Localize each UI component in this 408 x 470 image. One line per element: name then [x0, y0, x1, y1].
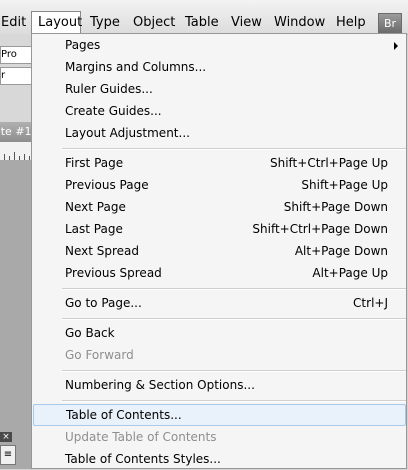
menu-item-ruler-guides[interactable]: Ruler Guides... [32, 78, 406, 100]
menu-item-shortcut: Shift+Ctrl+Page Down [252, 222, 388, 236]
menu-item-previous-spread[interactable]: Previous Spread Alt+Page Up [32, 262, 406, 284]
menu-item-table-of-contents[interactable]: Table of Contents... [33, 404, 406, 426]
menu-item-next-spread[interactable]: Next Spread Alt+Page Down [32, 240, 406, 262]
menu-item-label: Go Forward [65, 348, 134, 362]
menu-item-go-forward: Go Forward [32, 344, 406, 366]
menu-item-label: Next Page [65, 200, 126, 214]
menu-item-label: Next Spread [65, 244, 140, 258]
menu-item-label: Layout Adjustment... [65, 126, 190, 140]
menu-item-label: Table of Contents... [66, 408, 182, 422]
menu-item-label: Update Table of Contents [65, 430, 217, 444]
menu-item-last-page[interactable]: Last Page Shift+Ctrl+Page Down [32, 218, 406, 240]
menu-item-shortcut: Shift+Page Down [283, 200, 388, 214]
menu-item-label: Create Guides... [65, 104, 162, 118]
menu-item-shortcut: Alt+Page Up [312, 266, 388, 280]
menu-separator [62, 400, 406, 402]
menu-item-label: Margins and Columns... [65, 60, 207, 74]
menu-item-numbering-section[interactable]: Numbering & Section Options... [32, 374, 406, 396]
menu-item-shortcut: Ctrl+J [353, 296, 388, 310]
submenu-arrow-icon [394, 42, 398, 50]
menu-item-first-page[interactable]: First Page Shift+Ctrl+Page Up [32, 152, 406, 174]
menu-separator [62, 318, 406, 320]
menu-item-margins-columns[interactable]: Margins and Columns... [32, 56, 406, 78]
menu-item-label: Previous Spread [65, 266, 162, 280]
menu-item-next-page[interactable]: Next Page Shift+Page Down [32, 196, 406, 218]
menu-separator [62, 148, 406, 150]
menu-item-label: Previous Page [65, 178, 149, 192]
menu-object[interactable]: Object [133, 14, 175, 32]
document-tab-label: ate #1 [0, 125, 32, 138]
menu-item-layout-adjustment[interactable]: Layout Adjustment... [32, 122, 406, 144]
menu-item-shortcut: Shift+Ctrl+Page Up [269, 156, 388, 170]
menu-item-label: First Page [65, 156, 124, 170]
menu-item-label: Ruler Guides... [65, 82, 153, 96]
menu-layout[interactable]: Layout [31, 11, 83, 34]
layout-menu: Pages Margins and Columns... Ruler Guide… [31, 33, 407, 469]
menu-item-label: Numbering & Section Options... [65, 378, 255, 392]
ruler [0, 142, 31, 161]
menu-window[interactable]: Window [274, 14, 325, 32]
menu-table[interactable]: Table [185, 14, 219, 32]
menu-separator [62, 370, 406, 372]
menu-item-label: Pages [65, 38, 101, 52]
menu-item-label: Go to Page... [65, 296, 142, 310]
menu-bar: Edit Layout Type Object Table View Windo… [0, 0, 408, 35]
list-icon[interactable]: ≡ [0, 445, 16, 465]
menu-view[interactable]: View [231, 14, 262, 32]
menu-edit[interactable]: Edit [1, 14, 26, 32]
close-icon[interactable]: × [0, 432, 12, 442]
menu-layout-label: Layout [38, 15, 83, 30]
menu-type[interactable]: Type [90, 14, 120, 32]
menu-item-label: Go Back [65, 326, 115, 340]
style-field[interactable]: r [0, 67, 32, 85]
menu-item-update-table-of-contents: Update Table of Contents [32, 426, 406, 448]
pasteboard [0, 160, 31, 469]
menu-item-label: Last Page [65, 222, 123, 236]
menu-item-previous-page[interactable]: Previous Page Shift+Page Up [32, 174, 406, 196]
menu-item-pages[interactable]: Pages [32, 34, 406, 56]
menu-item-create-guides[interactable]: Create Guides... [32, 100, 406, 122]
font-field[interactable]: Pro [0, 46, 32, 64]
menu-item-go-to-page[interactable]: Go to Page... Ctrl+J [32, 292, 406, 314]
menu-item-go-back[interactable]: Go Back [32, 322, 406, 344]
document-tab[interactable]: ate #1 [0, 122, 32, 142]
left-panel: Pro r ate #1 [0, 34, 32, 469]
menu-help[interactable]: Help [336, 14, 366, 32]
menu-item-table-of-contents-styles[interactable]: Table of Contents Styles... [32, 448, 406, 470]
menu-separator [62, 288, 406, 290]
menu-item-label: Table of Contents Styles... [65, 452, 221, 466]
bridge-button[interactable]: Br [378, 13, 402, 34]
menu-item-shortcut: Alt+Page Down [294, 244, 388, 258]
menu-item-shortcut: Shift+Page Up [301, 178, 388, 192]
